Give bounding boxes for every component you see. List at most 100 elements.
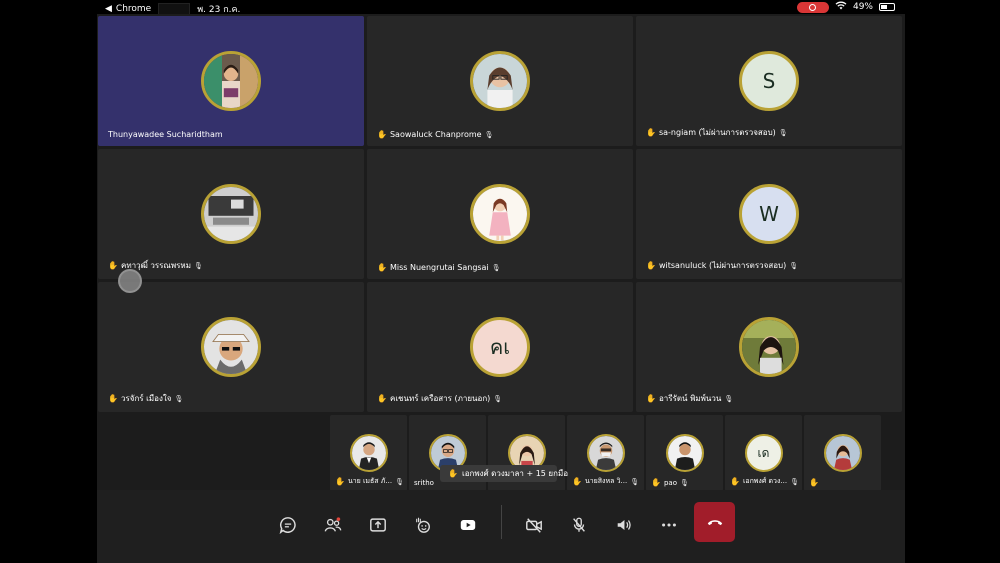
avatar-photo	[742, 320, 796, 374]
avatar	[201, 317, 261, 377]
avatar-photo	[204, 187, 258, 241]
back-arrow-icon[interactable]: ◀	[105, 4, 112, 14]
status-right: 49%	[796, 1, 895, 13]
raised-hand-icon: ✋	[646, 128, 656, 137]
participant-tile[interactable]: คเ ✋ คเชนทร์ เครือสาร (ภายนอก) 🎙︎	[367, 282, 633, 412]
mic-muted-icon: 🎙︎	[491, 263, 501, 272]
participant-name-text: Miss Nuengrutai Sangsai	[389, 263, 489, 272]
avatar	[823, 434, 862, 472]
participant-tile[interactable]: ✋ วรจักร์ เมืองใจ 🎙︎	[98, 282, 364, 412]
leave-call-button[interactable]	[694, 502, 735, 542]
participant-tile[interactable]: W ✋ witsanuluck (ไม่ผ่านการตรวจสอบ) 🎙︎	[636, 149, 902, 279]
people-icon[interactable]	[320, 512, 346, 538]
back-app-label[interactable]: Chrome	[116, 4, 151, 14]
mic-muted-icon: 🎙︎	[778, 128, 788, 137]
mic-muted-icon: 🎙︎	[395, 477, 404, 486]
avatar: W	[739, 184, 799, 244]
avatar	[470, 51, 530, 111]
mic-muted-icon: 🎙︎	[193, 261, 203, 270]
avatar-initial: W	[759, 202, 779, 226]
participant-name-text: Saowaluck Chanprome	[389, 130, 482, 139]
battery-fill	[881, 5, 887, 9]
participant-tile[interactable]: ✋ Saowaluck Chanprome 🎙︎	[367, 16, 633, 146]
participant-name: ✋	[809, 478, 822, 487]
toolbar-divider	[501, 505, 502, 539]
participant-name: ✋ Miss Nuengrutai Sangsai 🎙︎	[377, 263, 501, 272]
wifi-icon	[835, 1, 847, 13]
share-screen-icon[interactable]	[365, 512, 391, 538]
participant-name-text: Thunyawadee Sucharidtham	[108, 130, 223, 139]
avatar	[665, 434, 704, 472]
avatar	[739, 317, 799, 377]
participant-name-text: คเชนทร์ เครือสาร (ภายนอก)	[389, 394, 491, 403]
raised-hand-icon: ✋	[108, 394, 118, 403]
hang-up-icon	[707, 520, 722, 526]
raised-hands-toast[interactable]: ✋ เอกพงศ์ ดวงมาลา + 15 ยกมือ	[440, 465, 568, 482]
mic-muted-icon: 🎙︎	[790, 477, 799, 486]
mic-muted-icon: 🎙︎	[630, 477, 640, 486]
raised-hand-icon: ✋	[377, 130, 387, 139]
avatar	[201, 184, 261, 244]
mic-muted-icon: 🎙︎	[789, 261, 799, 270]
meeting-toolbar	[97, 490, 905, 563]
participant-name: ✋ นาย เมธัส ภั... 🎙︎	[335, 476, 404, 487]
participant-tile[interactable]: ✋ Miss Nuengrutai Sangsai 🎙︎	[367, 149, 633, 279]
avatar-photo	[204, 54, 258, 108]
mic-off-icon[interactable]	[566, 512, 592, 538]
screen-record-icon[interactable]	[796, 1, 829, 13]
participant-name: ✋ คเชนทร์ เครือสาร (ภายนอก) 🎙︎	[377, 392, 502, 405]
avatar	[586, 434, 625, 472]
participant-tile-small[interactable]: ✋	[804, 415, 881, 491]
participant-name: sritho	[414, 479, 434, 487]
raised-hand-icon: ✋	[377, 394, 387, 403]
participant-name-text: pao	[663, 478, 677, 487]
participant-tile-small[interactable]: ✋ pao 🎙︎	[646, 415, 723, 491]
participant-name: ✋ คทาวุฒิ์ วรรณพรหม 🎙︎	[108, 259, 203, 272]
touch-cursor	[118, 269, 142, 293]
participant-tile-small[interactable]: ✋ นาย เมธัส ภั... 🎙︎	[330, 415, 407, 491]
status-bar: ◀ Chrome พ. 23 ก.ค. 49%	[97, 0, 905, 15]
avatar-photo	[351, 436, 386, 470]
mic-muted-icon: 🎙︎	[679, 478, 689, 487]
mic-muted-icon: 🎙︎	[484, 130, 494, 139]
participant-tile-small[interactable]: ✋ นายสิงหล วิ... 🎙︎	[567, 415, 644, 491]
raised-hand-icon: ✋	[377, 263, 387, 272]
participant-tile[interactable]: Thunyawadee Sucharidtham	[98, 16, 364, 146]
participant-name: ✋ วรจักร์ เมืองใจ 🎙︎	[108, 392, 183, 405]
youtube-icon[interactable]	[455, 512, 481, 538]
participant-tile[interactable]: ✋ อารีรัตน์ พิมพ์นวน 🎙︎	[636, 282, 902, 412]
participant-tile[interactable]: ✋ คทาวุฒิ์ วรรณพรหม 🎙︎	[98, 149, 364, 279]
raised-hand-icon: ✋	[572, 477, 582, 486]
more-icon[interactable]	[656, 512, 682, 538]
chat-icon[interactable]	[275, 512, 301, 538]
raised-hand-icon: ✋	[108, 261, 118, 270]
speaker-icon[interactable]	[611, 512, 637, 538]
avatar-photo	[825, 436, 860, 470]
avatar	[470, 184, 530, 244]
participant-name: ✋ pao 🎙︎	[651, 478, 689, 487]
toast-text: เอกพงศ์ ดวงมาลา + 15 ยกมือ	[461, 469, 569, 478]
participant-name-text: เอกพงศ์ ดวง...	[742, 477, 788, 485]
raised-hand-icon: ✋	[809, 478, 819, 487]
participant-name-text: witsanuluck (ไม่ผ่านการตรวจสอบ)	[658, 261, 787, 270]
mic-muted-icon: 🎙︎	[493, 394, 503, 403]
participant-name-text: นายสิงหล วิ...	[584, 477, 628, 485]
reactions-icon[interactable]	[410, 512, 436, 538]
mic-muted-icon: 🎙︎	[724, 394, 734, 403]
avatar: S	[739, 51, 799, 111]
raised-hand-icon: ✋	[730, 477, 740, 486]
participant-name-text: วรจักร์ เมืองใจ	[120, 394, 172, 403]
camera-off-icon[interactable]	[521, 512, 547, 538]
avatar-initial: S	[762, 69, 776, 93]
avatar	[201, 51, 261, 111]
participant-name-text: นาย เมธัส ภั...	[347, 477, 393, 485]
participant-name: ✋ เอกพงศ์ ดวง... 🎙︎	[730, 476, 799, 487]
raised-hand-icon: ✋	[646, 394, 656, 403]
participant-name: ✋ นายสิงหล วิ... 🎙︎	[572, 476, 639, 487]
participant-name: Thunyawadee Sucharidtham	[108, 130, 223, 139]
avatar: คเ	[470, 317, 530, 377]
participant-tile-small[interactable]: เด ✋ เอกพงศ์ ดวง... 🎙︎	[725, 415, 802, 491]
battery-icon	[879, 3, 895, 11]
avatar-initial: คเ	[489, 335, 511, 359]
participant-tile[interactable]: S ✋ sa-ngiam (ไม่ผ่านการตรวจสอบ) 🎙︎	[636, 16, 902, 146]
